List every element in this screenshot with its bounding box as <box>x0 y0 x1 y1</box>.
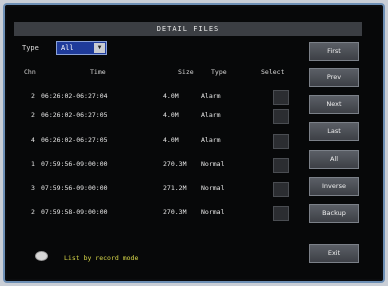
row-size: 271.2M <box>163 184 187 192</box>
row-channel: 3 <box>31 184 35 192</box>
column-header-channel: Chn <box>24 68 36 76</box>
row-size: 4.0M <box>163 92 179 100</box>
first-button[interactable]: First <box>309 42 359 61</box>
row-type: Alarm <box>201 92 221 100</box>
row-select-checkbox[interactable] <box>273 109 289 124</box>
row-channel: 2 <box>31 208 35 216</box>
backup-button[interactable]: Backup <box>309 204 359 223</box>
column-header-type: Type <box>211 68 227 76</box>
row-channel: 1 <box>31 160 35 168</box>
row-time: 07:59:58-09:00:00 <box>41 208 108 216</box>
row-select-checkbox[interactable] <box>273 134 289 149</box>
file-row[interactable]: 2 06:26:02-06:27:04 4.0M Alarm <box>0 90 300 105</box>
row-time: 06:26:02-06:27:05 <box>41 136 108 144</box>
file-row[interactable]: 2 07:59:58-09:00:00 270.3M Normal <box>0 206 300 221</box>
row-select-checkbox[interactable] <box>273 90 289 105</box>
row-time: 07:59:56-09:00:00 <box>41 160 108 168</box>
file-row[interactable]: 4 06:26:02-06:27:05 4.0M Alarm <box>0 134 300 149</box>
select-all-button[interactable]: All <box>309 150 359 169</box>
dropdown-arrow-icon[interactable]: ▼ <box>94 43 105 53</box>
column-header-select: Select <box>261 68 285 76</box>
type-filter-label: Type <box>22 44 39 52</box>
type-filter-value: All <box>61 44 74 52</box>
type-filter-select[interactable]: All ▼ <box>56 41 107 55</box>
row-channel: 4 <box>31 136 35 144</box>
row-time: 06:26:02-06:27:04 <box>41 92 108 100</box>
row-time: 06:26:02-06:27:05 <box>41 111 108 119</box>
row-select-checkbox[interactable] <box>273 206 289 221</box>
row-size: 4.0M <box>163 111 179 119</box>
eye-icon <box>35 251 48 261</box>
row-size: 4.0M <box>163 136 179 144</box>
row-time: 07:59:56-09:00:00 <box>41 184 108 192</box>
row-channel: 2 <box>31 111 35 119</box>
row-type: Alarm <box>201 136 221 144</box>
column-header-size: Size <box>178 68 194 76</box>
dialog-title: DETAIL FILES <box>14 22 362 36</box>
inverse-button[interactable]: Inverse <box>309 177 359 196</box>
record-mode-hint: List by record mode <box>64 254 139 262</box>
prev-button[interactable]: Prev <box>309 68 359 87</box>
column-header-time: Time <box>90 68 106 76</box>
row-type: Normal <box>201 208 225 216</box>
row-type: Alarm <box>201 111 221 119</box>
next-button[interactable]: Next <box>309 95 359 114</box>
row-type: Normal <box>201 160 225 168</box>
row-select-checkbox[interactable] <box>273 158 289 173</box>
last-button[interactable]: Last <box>309 122 359 141</box>
file-row[interactable]: 3 07:59:56-09:00:00 271.2M Normal <box>0 182 300 197</box>
file-row[interactable]: 2 06:26:02-06:27:05 4.0M Alarm <box>0 109 300 124</box>
row-select-checkbox[interactable] <box>273 182 289 197</box>
row-channel: 2 <box>31 92 35 100</box>
row-size: 270.3M <box>163 208 187 216</box>
row-size: 270.3M <box>163 160 187 168</box>
row-type: Normal <box>201 184 225 192</box>
exit-button[interactable]: Exit <box>309 244 359 263</box>
file-row[interactable]: 1 07:59:56-09:00:00 270.3M Normal <box>0 158 300 173</box>
